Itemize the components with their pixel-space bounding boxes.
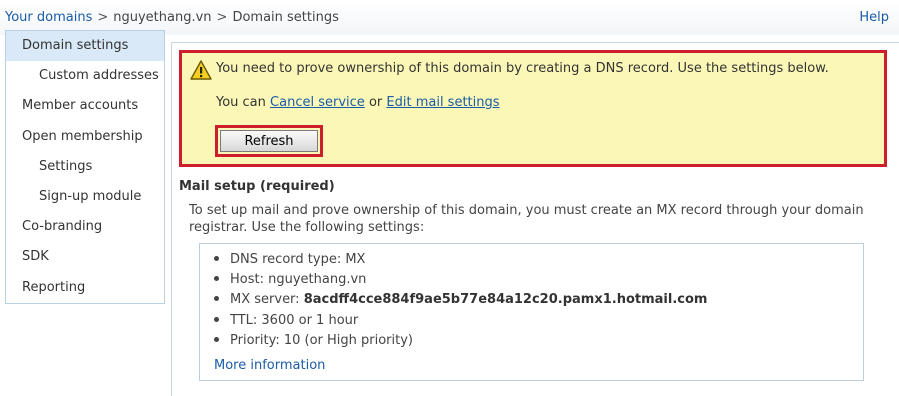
mx-server-label: MX server: [230,292,300,308]
dns-record-type-text: DNS record type: MX [230,252,366,267]
mx-server-item: MX server: 8acdff4cce884f9ae5b77e84a12c2… [214,290,707,310]
edit-mail-settings-link[interactable]: Edit mail settings [386,95,499,110]
sidebar-nav: Domain settings Custom addresses Member … [5,30,165,304]
sidebar-item-reporting[interactable]: Reporting [6,273,164,303]
host-item: Host: nguyethang.vn [214,270,707,290]
bullet-icon [214,256,219,261]
warning-icon [190,60,212,80]
mx-server-value: 8acdff4cce884f9ae5b77e84a12c20.pamx1.hot… [303,292,708,308]
alert-message: You need to prove ownership of this doma… [216,61,829,76]
dns-record-type-item: DNS record type: MX [214,250,707,270]
mail-setup-title: Mail setup (required) [179,179,335,194]
you-can-text: You can [216,95,266,110]
or-text: or [368,95,383,110]
refresh-button[interactable]: Refresh [220,130,318,152]
breadcrumb-domain: nguyethang.vn [113,10,212,25]
breadcrumb-current: Domain settings [232,10,339,25]
mail-setup-instructions: To set up mail and prove ownership of th… [189,203,864,235]
priority-text: Priority: 10 (or High priority) [230,332,414,348]
breadcrumb-your-domains[interactable]: Your domains [5,10,92,25]
sidebar-item-member-accounts[interactable]: Member accounts [6,91,164,121]
more-information-link[interactable]: More information [214,358,325,373]
dns-settings-list: DNS record type: MX Host: nguyethang.vn … [214,250,707,351]
sidebar-item-sign-up-module[interactable]: Sign-up module [6,182,164,212]
help-link[interactable]: Help [859,10,889,25]
bullet-icon [214,336,219,342]
bullet-icon [214,276,219,282]
sidebar-item-open-membership[interactable]: Open membership [6,122,164,152]
alert-actions: You can Cancel service or Edit mail sett… [216,95,500,110]
ttl-text: TTL: 3600 or 1 hour [230,312,359,328]
breadcrumb-separator: > [97,10,109,25]
bullet-icon [214,316,219,322]
sidebar-item-sdk[interactable]: SDK [6,242,164,272]
host-text: Host: nguyethang.vn [230,272,367,288]
breadcrumb: Your domains > nguyethang.vn > Domain settin… [5,10,339,25]
sidebar-item-co-branding[interactable]: Co-branding [6,212,164,242]
sidebar-item-settings[interactable]: Settings [6,152,164,182]
refresh-highlight: Refresh [215,125,323,157]
ttl-item: TTL: 3600 or 1 hour [214,311,707,331]
sidebar-item-domain-settings[interactable]: Domain settings [6,31,164,62]
cancel-service-link[interactable]: Cancel service [270,95,365,110]
breadcrumb-separator: > [216,10,228,25]
priority-item: Priority: 10 (or High priority) [214,331,707,351]
dns-settings-box: DNS record type: MX Host: nguyethang.vn … [199,243,864,381]
bullet-icon [214,296,219,302]
ownership-alert: You need to prove ownership of this doma… [179,50,887,167]
sidebar-item-custom-addresses[interactable]: Custom addresses [6,61,164,91]
